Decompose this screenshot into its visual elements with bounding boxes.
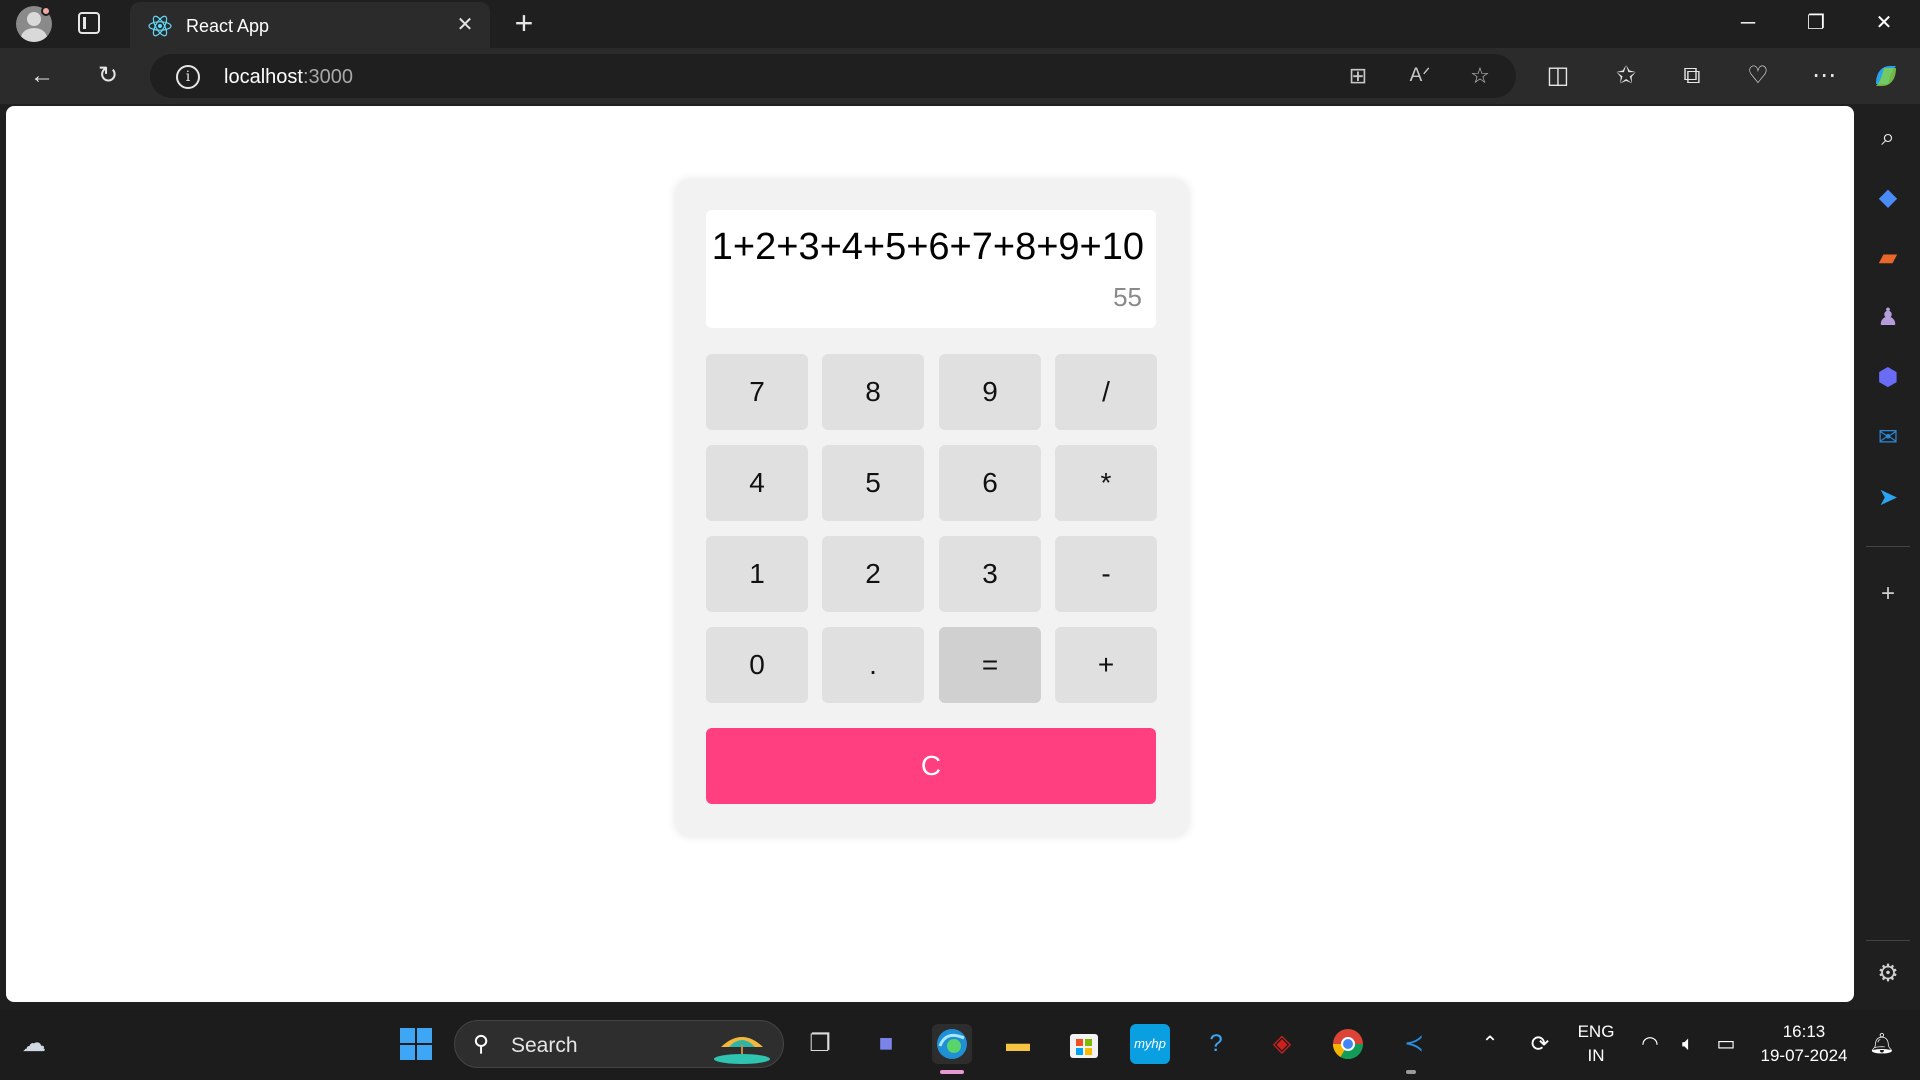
search-icon[interactable]: ⌕: [1870, 120, 1906, 156]
calculator: 1+2+3+4+5+6+7+8+9+10 55 7 8 9 / 4 5 6 * …: [676, 180, 1188, 836]
notifications-bell-icon[interactable]: 🔔︎: [1862, 1024, 1902, 1064]
tab-strip: React App ✕ + ─ ❐ ✕: [0, 0, 1920, 48]
windows-taskbar: ☁ ⚲ Search ❐ ■ ▬ myhp ? ◈ ≺ ⌃ ⟳ ENG IN ◠…: [0, 1010, 1920, 1080]
favorite-star-icon[interactable]: ☆: [1466, 62, 1494, 90]
read-aloud-icon[interactable]: Aᐟ: [1406, 62, 1434, 90]
tab-title: React App: [186, 16, 270, 36]
key-divide[interactable]: /: [1055, 354, 1157, 430]
clear-button[interactable]: C: [706, 728, 1156, 804]
shopping-tag-icon[interactable]: ◆: [1870, 180, 1906, 216]
calculator-display: 1+2+3+4+5+6+7+8+9+10 55: [706, 210, 1156, 328]
key-2[interactable]: 2: [822, 536, 924, 612]
key-equals[interactable]: =: [939, 627, 1041, 703]
key-5[interactable]: 5: [822, 445, 924, 521]
new-tab-icon[interactable]: +: [508, 7, 540, 40]
clock-time[interactable]: 16:13: [1754, 1022, 1854, 1042]
sidebar-divider-bottom: [1866, 940, 1910, 941]
help-icon[interactable]: ?: [1196, 1024, 1236, 1064]
battery-icon[interactable]: ▭: [1706, 1024, 1746, 1064]
minimize-icon[interactable]: ─: [1716, 0, 1780, 48]
vscode-icon[interactable]: ≺: [1394, 1024, 1434, 1064]
taskbar-search-label: Search: [511, 1034, 578, 1057]
result-text: 55: [1113, 282, 1142, 312]
browser-toolbar: ← ↻ i localhost:3000 ⊞ Aᐟ ☆ ◫ ✩ ⧉ ♡ ⋯: [0, 48, 1920, 104]
key-3[interactable]: 3: [939, 536, 1041, 612]
key-add[interactable]: +: [1055, 627, 1157, 703]
wifi-icon[interactable]: ◠: [1630, 1024, 1670, 1064]
language-label[interactable]: ENG: [1574, 1022, 1618, 1042]
key-subtract[interactable]: -: [1055, 536, 1157, 612]
collections-icon[interactable]: ⧉: [1674, 58, 1710, 94]
key-0[interactable]: 0: [706, 627, 808, 703]
sidebar-settings-gear-icon[interactable]: ⚙: [1870, 956, 1906, 992]
url-text[interactable]: localhost:3000: [224, 66, 353, 89]
show-hidden-icons-icon[interactable]: ⌃: [1470, 1024, 1510, 1064]
drop-send-icon[interactable]: ➤: [1870, 480, 1906, 516]
chrome-icon[interactable]: [1328, 1024, 1368, 1064]
outlook-icon[interactable]: ✉: [1870, 420, 1906, 456]
region-label[interactable]: IN: [1574, 1046, 1618, 1066]
close-window-icon[interactable]: ✕: [1852, 0, 1916, 48]
page-viewport: 1+2+3+4+5+6+7+8+9+10 55 7 8 9 / 4 5 6 * …: [6, 106, 1854, 1002]
key-8[interactable]: 8: [822, 354, 924, 430]
windows-start-icon[interactable]: [396, 1024, 436, 1064]
key-multiply[interactable]: *: [1055, 445, 1157, 521]
microsoft-store-icon[interactable]: [1064, 1024, 1104, 1064]
games-icon[interactable]: ♟: [1870, 300, 1906, 336]
key-4[interactable]: 4: [706, 445, 808, 521]
address-bar[interactable]: i localhost:3000 ⊞ Aᐟ ☆: [150, 54, 1516, 98]
clock-date[interactable]: 19-07-2024: [1754, 1046, 1854, 1066]
teams-meet-icon[interactable]: ■: [866, 1024, 906, 1064]
taskbar-search-box[interactable]: ⚲ Search: [454, 1020, 784, 1068]
tab-close-icon[interactable]: ✕: [452, 12, 478, 38]
favorites-icon[interactable]: ✩: [1608, 58, 1644, 94]
add-sidebar-app-icon[interactable]: +: [1870, 576, 1906, 612]
file-explorer-icon[interactable]: ▬: [998, 1024, 1038, 1064]
site-info-icon[interactable]: i: [176, 65, 200, 89]
split-screen-icon[interactable]: ◫: [1540, 58, 1576, 94]
tab-react-app[interactable]: React App ✕: [130, 2, 490, 48]
tab-actions-icon[interactable]: [78, 12, 100, 34]
key-7[interactable]: 7: [706, 354, 808, 430]
key-6[interactable]: 6: [939, 445, 1041, 521]
mcafee-icon[interactable]: ◈: [1262, 1024, 1302, 1064]
key-9[interactable]: 9: [939, 354, 1041, 430]
edge-active-indicator: [940, 1070, 964, 1074]
search-highlight-beach-icon: [714, 1037, 770, 1064]
volume-icon[interactable]: 🔈︎: [1668, 1024, 1708, 1064]
search-icon: ⚲: [473, 1031, 490, 1056]
copilot-icon[interactable]: [1868, 58, 1904, 94]
tools-icon[interactable]: ▰: [1870, 240, 1906, 276]
sync-icon[interactable]: ⟳: [1520, 1024, 1560, 1064]
edge-taskbar-icon[interactable]: [932, 1024, 972, 1064]
key-1[interactable]: 1: [706, 536, 808, 612]
vscode-running-indicator: [1406, 1070, 1416, 1074]
restore-icon[interactable]: ❐: [1784, 0, 1848, 48]
key-decimal[interactable]: .: [822, 627, 924, 703]
back-arrow-icon[interactable]: ←: [24, 58, 60, 94]
sidebar-divider: [1866, 546, 1910, 547]
microsoft-365-icon[interactable]: ⬢: [1870, 360, 1906, 396]
profile-notification-dot: [41, 6, 51, 16]
react-logo-icon: [148, 15, 172, 37]
weather-icon[interactable]: ☁: [14, 1024, 54, 1064]
task-view-icon[interactable]: ❐: [800, 1024, 840, 1064]
refresh-icon[interactable]: ↻: [90, 58, 126, 94]
more-options-icon[interactable]: ⋯: [1806, 58, 1842, 94]
myhp-icon[interactable]: myhp: [1130, 1024, 1170, 1064]
expression-text: 1+2+3+4+5+6+7+8+9+10: [711, 226, 1144, 268]
app-available-icon[interactable]: ⊞: [1344, 62, 1372, 90]
edge-sidebar: ⌕ ◆ ▰ ♟ ⬢ ✉ ➤ + ⚙: [1856, 106, 1920, 1002]
browser-essentials-icon[interactable]: ♡: [1740, 58, 1776, 94]
